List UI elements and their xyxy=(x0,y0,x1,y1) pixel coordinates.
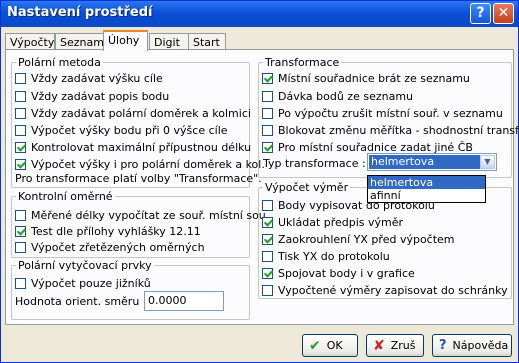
group-title-kontrolni-omerne: Kontrolní oměrné xyxy=(16,190,115,203)
tab-vypocty[interactable]: Výpočty xyxy=(5,33,55,50)
option-afinni[interactable]: afinní xyxy=(368,189,485,202)
checkbox-vypocet-vysky[interactable]: Výpočet výšky bodu při 0 výšce cíle xyxy=(15,123,228,137)
option-helmertova[interactable]: helmertova xyxy=(368,176,485,189)
checkbox-label: Výpočet zřetězených oměrných xyxy=(31,240,205,254)
check-icon: ✔ xyxy=(309,337,321,354)
window-title: Nastavení prostředí xyxy=(7,5,153,20)
tab-start[interactable]: Start xyxy=(188,33,226,50)
checkbox-label: Kontrolovat maximální přípustnou délku xyxy=(31,140,252,154)
ok-button[interactable]: ✔ OK xyxy=(302,334,358,357)
tab-ulohy[interactable]: Úlohy xyxy=(103,30,148,51)
typ-transformace-label: Typ transformace : xyxy=(263,157,366,170)
typ-transformace-dropdown: helmertova afinní xyxy=(367,175,486,203)
selected-value: helmertova xyxy=(369,155,480,169)
checkbox-label: Vždy zadávat polární doměrek a kolmici xyxy=(31,106,251,120)
checkbox-davka-bodu[interactable]: Dávka bodů ze seznamu xyxy=(262,89,413,103)
checkbox-label: Výpočet pouze jižníků xyxy=(31,276,151,290)
checkbox-label: Zaokrouhlení YX před výpočtem xyxy=(278,232,455,246)
checkbox-box[interactable] xyxy=(15,277,26,289)
checkbox-ukladat-predpis[interactable]: Ukládat předpis výměr xyxy=(262,215,403,229)
checkbox-box[interactable] xyxy=(15,241,26,253)
polarni-note: Pro transformace platí volby "Transforma… xyxy=(15,172,262,185)
title-bar: Nastavení prostředí ? ✕ xyxy=(1,1,518,27)
orient-label: Hodnota orient. směru xyxy=(15,295,140,308)
checkbox-box[interactable] xyxy=(262,72,273,84)
checkbox-box[interactable] xyxy=(15,209,26,221)
group-title-transformace: Transformace xyxy=(263,56,342,69)
checkbox-label: Blokovat změnu měřítka - shodnostní tran… xyxy=(278,123,519,137)
settings-dialog: Nastavení prostředí ? ✕ Výpočty Seznam Ú… xyxy=(0,0,519,363)
checkbox-label: Po výpočtu zrušit místní souř. v seznamu xyxy=(278,106,503,120)
checkbox-zretezene-omerne[interactable]: Výpočet zřetězených oměrných xyxy=(15,240,205,254)
checkbox-box[interactable] xyxy=(262,284,273,296)
checkbox-schranka[interactable]: Vypočtené výměry zapisovat do schránky xyxy=(262,283,508,297)
checkbox-blokovat-meritko[interactable]: Blokovat změnu měřítka - shodnostní tran… xyxy=(262,123,519,137)
help-button[interactable]: ? Nápověda xyxy=(432,334,512,357)
checkbox-label: Test dle přílohy vyhlášky 12.11 xyxy=(31,224,201,238)
help-label: Nápověda xyxy=(452,339,509,352)
ok-label: OK xyxy=(326,339,343,352)
checkbox-jizniky[interactable]: Výpočet pouze jižníků xyxy=(15,276,151,290)
checkbox-box[interactable] xyxy=(262,233,273,245)
checkbox-label: Měřené délky vypočítat ze souř. místní s… xyxy=(31,208,266,222)
checkbox-zaokrouhleni[interactable]: Zaokrouhlení YX před výpočtem xyxy=(262,232,455,246)
cancel-label: Zruš xyxy=(390,339,416,352)
cross-icon: ✘ xyxy=(373,337,385,354)
typ-transformace-select[interactable]: helmertova ▼ xyxy=(367,153,497,171)
checkbox-box[interactable] xyxy=(262,267,273,279)
checkbox-box[interactable] xyxy=(262,124,273,136)
checkbox-spojovat-body[interactable]: Spojovat body i v grafice xyxy=(262,266,415,280)
checkbox-tisk-yx[interactable]: Tisk YX do protokolu xyxy=(262,249,390,263)
checkbox-test-prilohy[interactable]: Test dle přílohy vyhlášky 12.11 xyxy=(15,224,201,238)
checkbox-box[interactable] xyxy=(262,216,273,228)
checkbox-popis-bodu[interactable]: Vždy zadávat popis bodu xyxy=(15,89,169,103)
checkbox-vyska-cile[interactable]: Vždy zadávat výšku cíle xyxy=(15,71,163,85)
checkbox-label: Výpočet výšky bodu při 0 výšce cíle xyxy=(31,123,228,137)
checkbox-label: Vypočtené výměry zapisovat do schránky xyxy=(278,283,508,297)
checkbox-box[interactable] xyxy=(15,225,26,237)
checkbox-box[interactable] xyxy=(262,250,273,262)
checkbox-box[interactable] xyxy=(262,141,273,153)
cancel-button[interactable]: ✘ Zruš xyxy=(366,334,424,357)
help-title-button[interactable]: ? xyxy=(470,3,491,24)
checkbox-label: Pro místní souřadnice zadat jiné ČB xyxy=(278,140,473,154)
tab-seznam[interactable]: Seznam xyxy=(55,33,104,50)
checkbox-zrusit-mistni[interactable]: Po výpočtu zrušit místní souř. v seznamu xyxy=(262,106,503,120)
chevron-down-icon[interactable]: ▼ xyxy=(480,155,495,169)
checkbox-label: Vždy zadávat popis bodu xyxy=(31,89,170,103)
orient-input[interactable]: 0.0000 xyxy=(144,291,224,311)
checkbox-box[interactable] xyxy=(15,72,26,84)
checkbox-label: Vždy zadávat výšku cíle xyxy=(31,71,163,85)
group-title-vytycovaci: Polární vytyčovací prvky xyxy=(16,259,154,272)
checkbox-merene-delky[interactable]: Měřené délky vypočítat ze souř. místní s… xyxy=(15,208,266,222)
checkbox-box[interactable] xyxy=(262,90,273,102)
checkbox-label: Výpočet výšky i pro polární doměrek a ko… xyxy=(31,157,265,171)
checkbox-box[interactable] xyxy=(262,199,273,211)
checkbox-jine-cb[interactable]: Pro místní souřadnice zadat jiné ČB xyxy=(262,140,473,154)
group-title-vypocet-vymer: Výpočet výměr xyxy=(263,181,351,194)
checkbox-label: Spojovat body i v grafice xyxy=(278,266,415,280)
checkbox-box[interactable] xyxy=(15,90,26,102)
checkbox-label: Ukládat předpis výměr xyxy=(278,215,404,229)
checkbox-domerek-kolmice[interactable]: Vždy zadávat polární doměrek a kolmici xyxy=(15,106,251,120)
checkbox-label: Místní souřadnice brát ze seznamu xyxy=(278,71,470,85)
checkbox-box[interactable] xyxy=(15,158,26,170)
checkbox-box[interactable] xyxy=(262,107,273,119)
checkbox-label: Tisk YX do protokolu xyxy=(278,249,390,263)
help-book-icon: ? xyxy=(439,338,447,353)
checkbox-box[interactable] xyxy=(15,107,26,119)
checkbox-box[interactable] xyxy=(15,141,26,153)
tab-digit[interactable]: Digit xyxy=(149,33,189,50)
checkbox-max-delka[interactable]: Kontrolovat maximální přípustnou délku xyxy=(15,140,251,154)
group-title-polarni-metoda: Polární metoda xyxy=(16,56,103,69)
checkbox-mistni-souradnice[interactable]: Místní souřadnice brát ze seznamu xyxy=(262,71,470,85)
checkbox-box[interactable] xyxy=(15,124,26,136)
close-button[interactable]: ✕ xyxy=(493,3,514,24)
checkbox-vyska-polarni[interactable]: Výpočet výšky i pro polární doměrek a ko… xyxy=(15,157,265,171)
checkbox-label: Dávka bodů ze seznamu xyxy=(278,89,414,103)
